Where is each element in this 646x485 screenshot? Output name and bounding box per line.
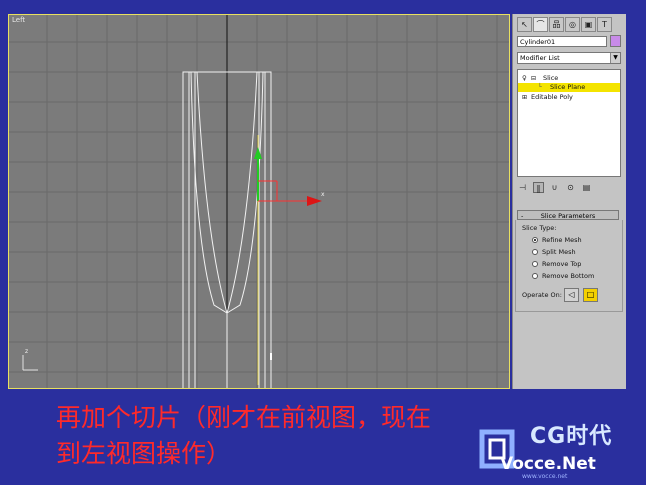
chevron-down-icon: ▼: [610, 53, 620, 63]
collapse-icon[interactable]: ⊟: [531, 74, 536, 83]
command-panel: ↖ ⌒ 品 ◎ ▣ T Cylinder01 Modifier List ▼ ♀…: [512, 14, 626, 389]
expand-icon[interactable]: ⊞: [522, 93, 527, 102]
stack-item-editable-poly-label: Editable Poly: [531, 93, 573, 101]
bulb-icon[interactable]: ♀: [522, 74, 527, 83]
remove-bottom-radio[interactable]: [532, 273, 538, 279]
slice-parameters-rollout-header[interactable]: - Slice Parameters: [517, 210, 619, 220]
slice-type-label: Slice Type:: [522, 224, 557, 232]
create-tab[interactable]: ↖: [517, 17, 532, 32]
gizmo-x-label: x: [321, 191, 325, 198]
stack-item-slice-plane[interactable]: └ Slice Plane: [518, 83, 620, 92]
show-end-result-icon[interactable]: ‖: [533, 181, 544, 193]
stack-item-slice-label: Slice: [543, 74, 559, 82]
panel-tabs: ↖ ⌒ 品 ◎ ▣ T: [517, 17, 612, 32]
remove-top-label: Remove Top: [542, 260, 582, 268]
object-color-swatch[interactable]: [610, 35, 621, 47]
stack-item-slice[interactable]: ♀ ⊟ Slice: [518, 74, 620, 83]
logo-url: www.vocce.net: [522, 473, 568, 480]
left-viewport[interactable]: Left x z: [8, 14, 510, 389]
remove-bottom-label: Remove Bottom: [542, 272, 595, 280]
configure-sets-icon[interactable]: ▤: [581, 182, 592, 193]
motion-tab[interactable]: ◎: [565, 17, 580, 32]
make-unique-icon[interactable]: ∪: [549, 182, 560, 193]
split-mesh-label: Split Mesh: [542, 248, 576, 256]
modifier-stack[interactable]: ♀ ⊟ Slice └ Slice Plane ⊞ Editable Poly: [517, 69, 621, 177]
watermark-logo: CG时代 Vocce.Net www.vocce.net: [468, 416, 644, 484]
logo-text: CG时代: [530, 424, 613, 449]
logo-subtext: Vocce.Net: [500, 454, 596, 474]
utilities-tab[interactable]: T: [597, 17, 612, 32]
remove-modifier-icon[interactable]: ⊙: [565, 182, 576, 193]
slice-parameters-rollout: Slice Type: Refine Mesh Split Mesh Remov…: [515, 220, 623, 312]
viewport-scene: [9, 15, 509, 388]
refine-mesh-label: Refine Mesh: [542, 236, 582, 244]
stack-toolbar: ⊣ ‖ ∪ ⊙ ▤: [517, 180, 621, 194]
object-name-field[interactable]: Cylinder01: [517, 36, 607, 47]
hierarchy-tab[interactable]: 品: [549, 17, 564, 32]
stack-item-slice-plane-label: Slice Plane: [550, 83, 586, 91]
operate-on-face-button[interactable]: ◁: [564, 288, 579, 302]
tree-branch-icon: └: [538, 83, 542, 91]
rollout-title: Slice Parameters: [540, 212, 596, 220]
refine-mesh-radio[interactable]: [532, 237, 538, 243]
operate-on-poly-button[interactable]: □: [583, 288, 598, 302]
operate-on-label: Operate On:: [522, 291, 562, 299]
modifier-list-dropdown[interactable]: Modifier List ▼: [517, 52, 621, 64]
modifier-list-label: Modifier List: [520, 54, 560, 62]
world-axis-z-label: z: [25, 348, 29, 355]
pin-stack-icon[interactable]: ⊣: [517, 182, 528, 193]
remove-top-radio[interactable]: [532, 261, 538, 267]
viewport-label: Left: [12, 16, 26, 24]
modify-tab[interactable]: ⌒: [533, 17, 548, 32]
display-tab[interactable]: ▣: [581, 17, 596, 32]
split-mesh-radio[interactable]: [532, 249, 538, 255]
stack-item-editable-poly[interactable]: ⊞ Editable Poly: [518, 93, 620, 102]
